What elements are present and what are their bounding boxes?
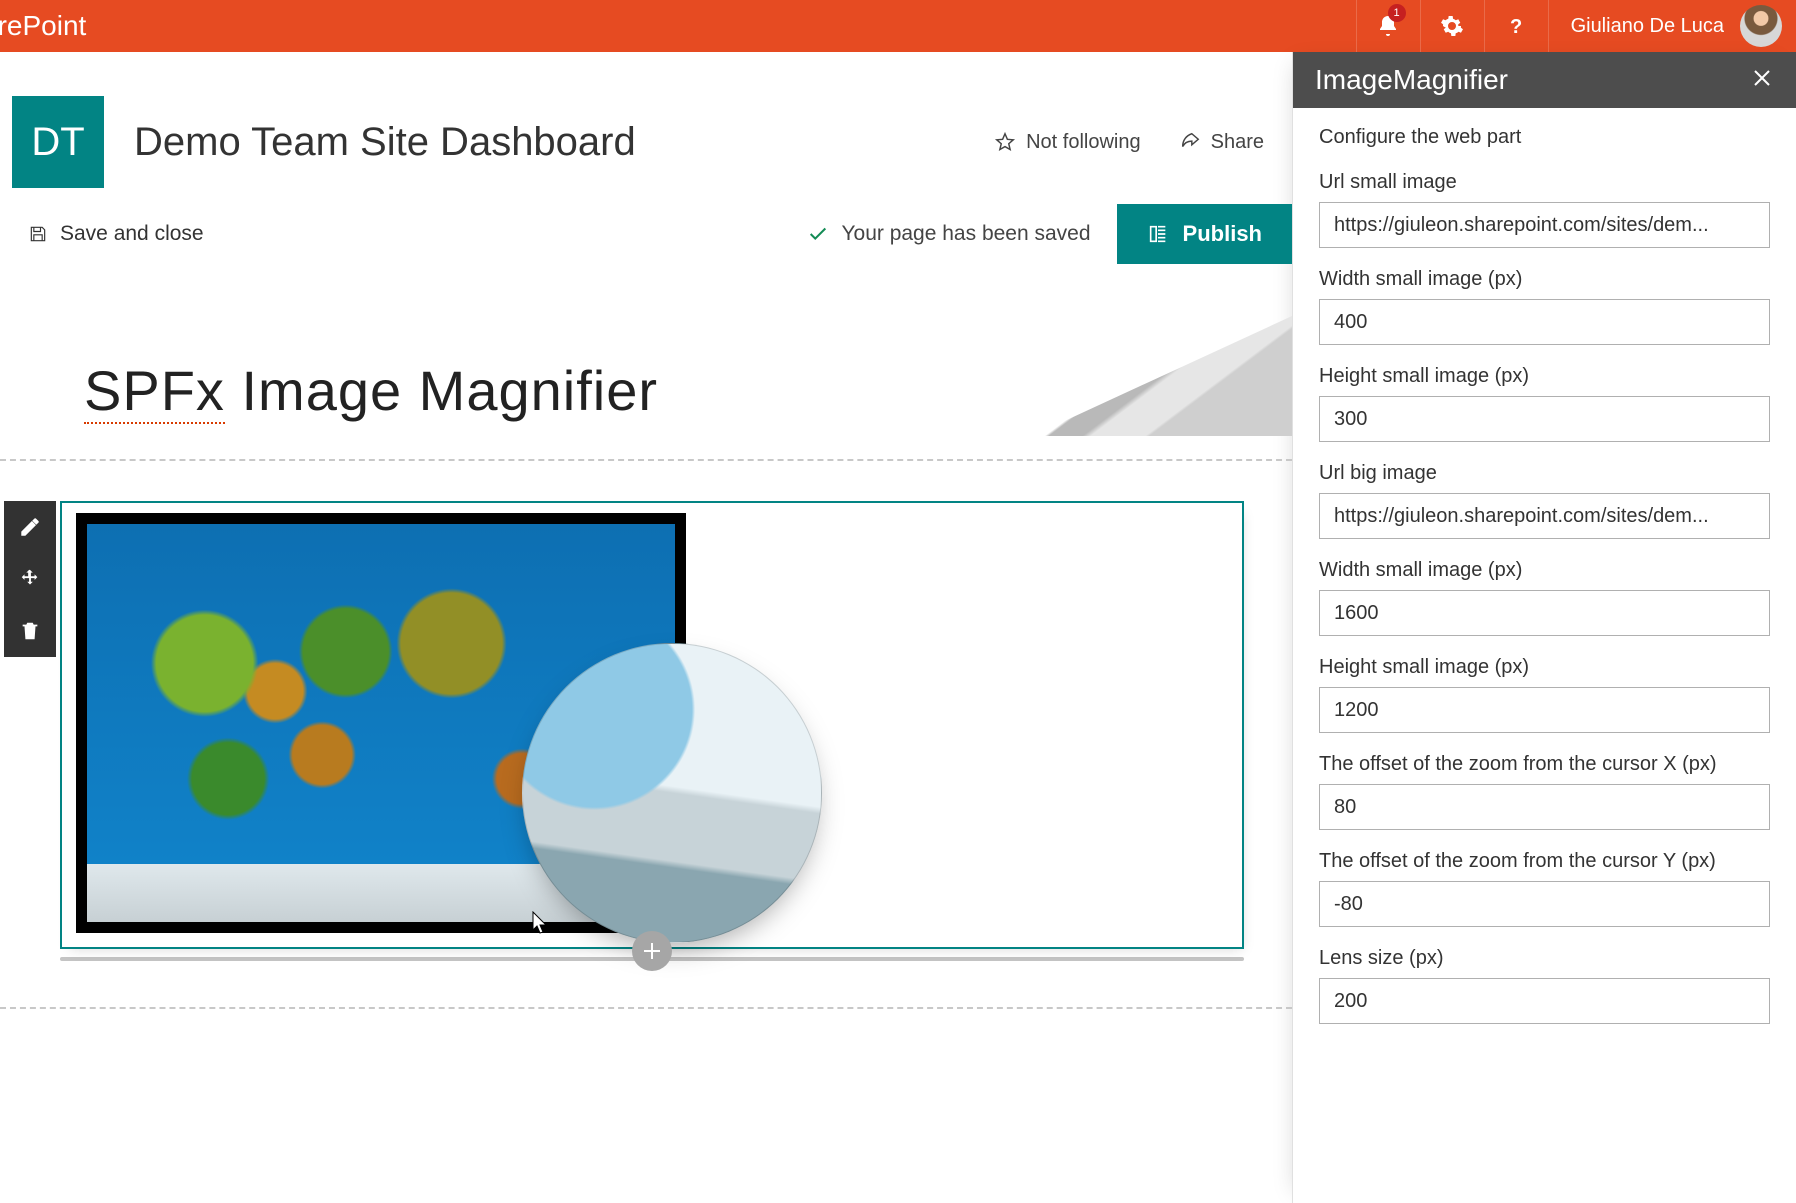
field-width-small: Width small image (px) (1319, 268, 1770, 345)
save-close-label: Save and close (60, 222, 204, 246)
panel-header: ImageMagnifier (1293, 52, 1796, 108)
gear-icon (1440, 14, 1464, 38)
field-url-small: Url small image (1319, 171, 1770, 248)
field-lens-size: Lens size (px) (1319, 947, 1770, 1024)
field-width-big: Width small image (px) (1319, 559, 1770, 636)
svg-text:?: ? (1510, 16, 1522, 38)
field-offset-x: The offset of the zoom from the cursor X… (1319, 753, 1770, 830)
close-icon (1750, 66, 1774, 90)
publish-button[interactable]: Publish (1117, 204, 1292, 264)
webpart-zone (60, 501, 1244, 949)
notification-badge: 1 (1388, 4, 1406, 22)
share-icon (1179, 131, 1201, 153)
lens-size-input[interactable] (1319, 978, 1770, 1024)
follow-label: Not following (1026, 131, 1141, 154)
magnifier-lens (522, 643, 822, 943)
field-height-small: Height small image (px) (1319, 365, 1770, 442)
panel-description: Configure the web part (1319, 126, 1770, 149)
avatar (1740, 5, 1782, 47)
close-panel-button[interactable] (1750, 66, 1774, 95)
edit-webpart-button[interactable] (4, 501, 56, 553)
notifications-button[interactable]: 1 (1356, 0, 1420, 52)
field-label: The offset of the zoom from the cursor X… (1319, 753, 1770, 776)
check-icon (807, 223, 829, 245)
field-height-big: Height small image (px) (1319, 656, 1770, 733)
site-header: DT Demo Team Site Dashboard Not followin… (0, 52, 1292, 194)
panel-title: ImageMagnifier (1315, 64, 1508, 96)
field-offset-y: The offset of the zoom from the cursor Y… (1319, 850, 1770, 927)
field-label: Url big image (1319, 462, 1770, 485)
page-title-prefix: SPFx (84, 359, 225, 424)
help-icon: ? (1504, 14, 1528, 38)
delete-webpart-button[interactable] (4, 605, 56, 657)
field-url-big: Url big image (1319, 462, 1770, 539)
height-small-input[interactable] (1319, 396, 1770, 442)
trash-icon (19, 620, 41, 642)
site-logo[interactable]: DT (12, 96, 104, 188)
save-status-label: Your page has been saved (841, 222, 1090, 246)
field-label: Lens size (px) (1319, 947, 1770, 970)
star-icon (994, 131, 1016, 153)
command-bar: Save and close Your page has been saved … (0, 194, 1292, 282)
field-label: Width small image (px) (1319, 268, 1770, 291)
save-icon (28, 224, 48, 244)
field-label: Height small image (px) (1319, 365, 1770, 388)
main-content: DT Demo Team Site Dashboard Not followin… (0, 52, 1292, 1203)
page-canvas: SPFx Image Magnifier (0, 310, 1292, 1009)
user-name: Giuliano De Luca (1571, 15, 1724, 38)
publish-icon (1147, 223, 1169, 245)
user-menu[interactable]: Giuliano De Luca (1548, 0, 1796, 52)
property-panel: ImageMagnifier Configure the web part Ur… (1292, 52, 1796, 1203)
save-and-close-button[interactable]: Save and close (28, 222, 204, 246)
field-label: Width small image (px) (1319, 559, 1770, 582)
suite-actions: 1 ? Giuliano De Luca (1356, 0, 1796, 52)
move-icon (19, 568, 41, 590)
offset-y-input[interactable] (1319, 881, 1770, 927)
webpart-toolbar (4, 501, 56, 657)
pencil-icon (19, 516, 41, 538)
product-name: arePoint (0, 10, 86, 42)
height-big-input[interactable] (1319, 687, 1770, 733)
follow-button[interactable]: Not following (994, 131, 1141, 154)
url-big-input[interactable] (1319, 493, 1770, 539)
add-webpart-button[interactable] (632, 931, 672, 971)
image-magnifier-webpart[interactable] (60, 501, 1244, 949)
width-big-input[interactable] (1319, 590, 1770, 636)
cursor-icon (532, 911, 550, 935)
field-label: Height small image (px) (1319, 656, 1770, 679)
url-small-input[interactable] (1319, 202, 1770, 248)
suite-bar: arePoint 1 ? Giuliano De Luca (0, 0, 1796, 52)
save-status: Your page has been saved (807, 222, 1090, 246)
publish-label: Publish (1183, 221, 1262, 247)
share-button[interactable]: Share (1179, 131, 1264, 154)
field-label: The offset of the zoom from the cursor Y… (1319, 850, 1770, 873)
field-label: Url small image (1319, 171, 1770, 194)
settings-button[interactable] (1420, 0, 1484, 52)
section-divider-bottom (0, 1007, 1292, 1009)
site-actions: Not following Share (994, 131, 1264, 154)
move-webpart-button[interactable] (4, 553, 56, 605)
section-divider-top (0, 459, 1292, 461)
offset-x-input[interactable] (1319, 784, 1770, 830)
share-label: Share (1211, 131, 1264, 154)
panel-body: Configure the web part Url small image W… (1293, 108, 1796, 1084)
site-title: Demo Team Site Dashboard (134, 120, 636, 165)
page-title-rest: Image Magnifier (225, 359, 658, 422)
help-button[interactable]: ? (1484, 0, 1548, 52)
width-small-input[interactable] (1319, 299, 1770, 345)
